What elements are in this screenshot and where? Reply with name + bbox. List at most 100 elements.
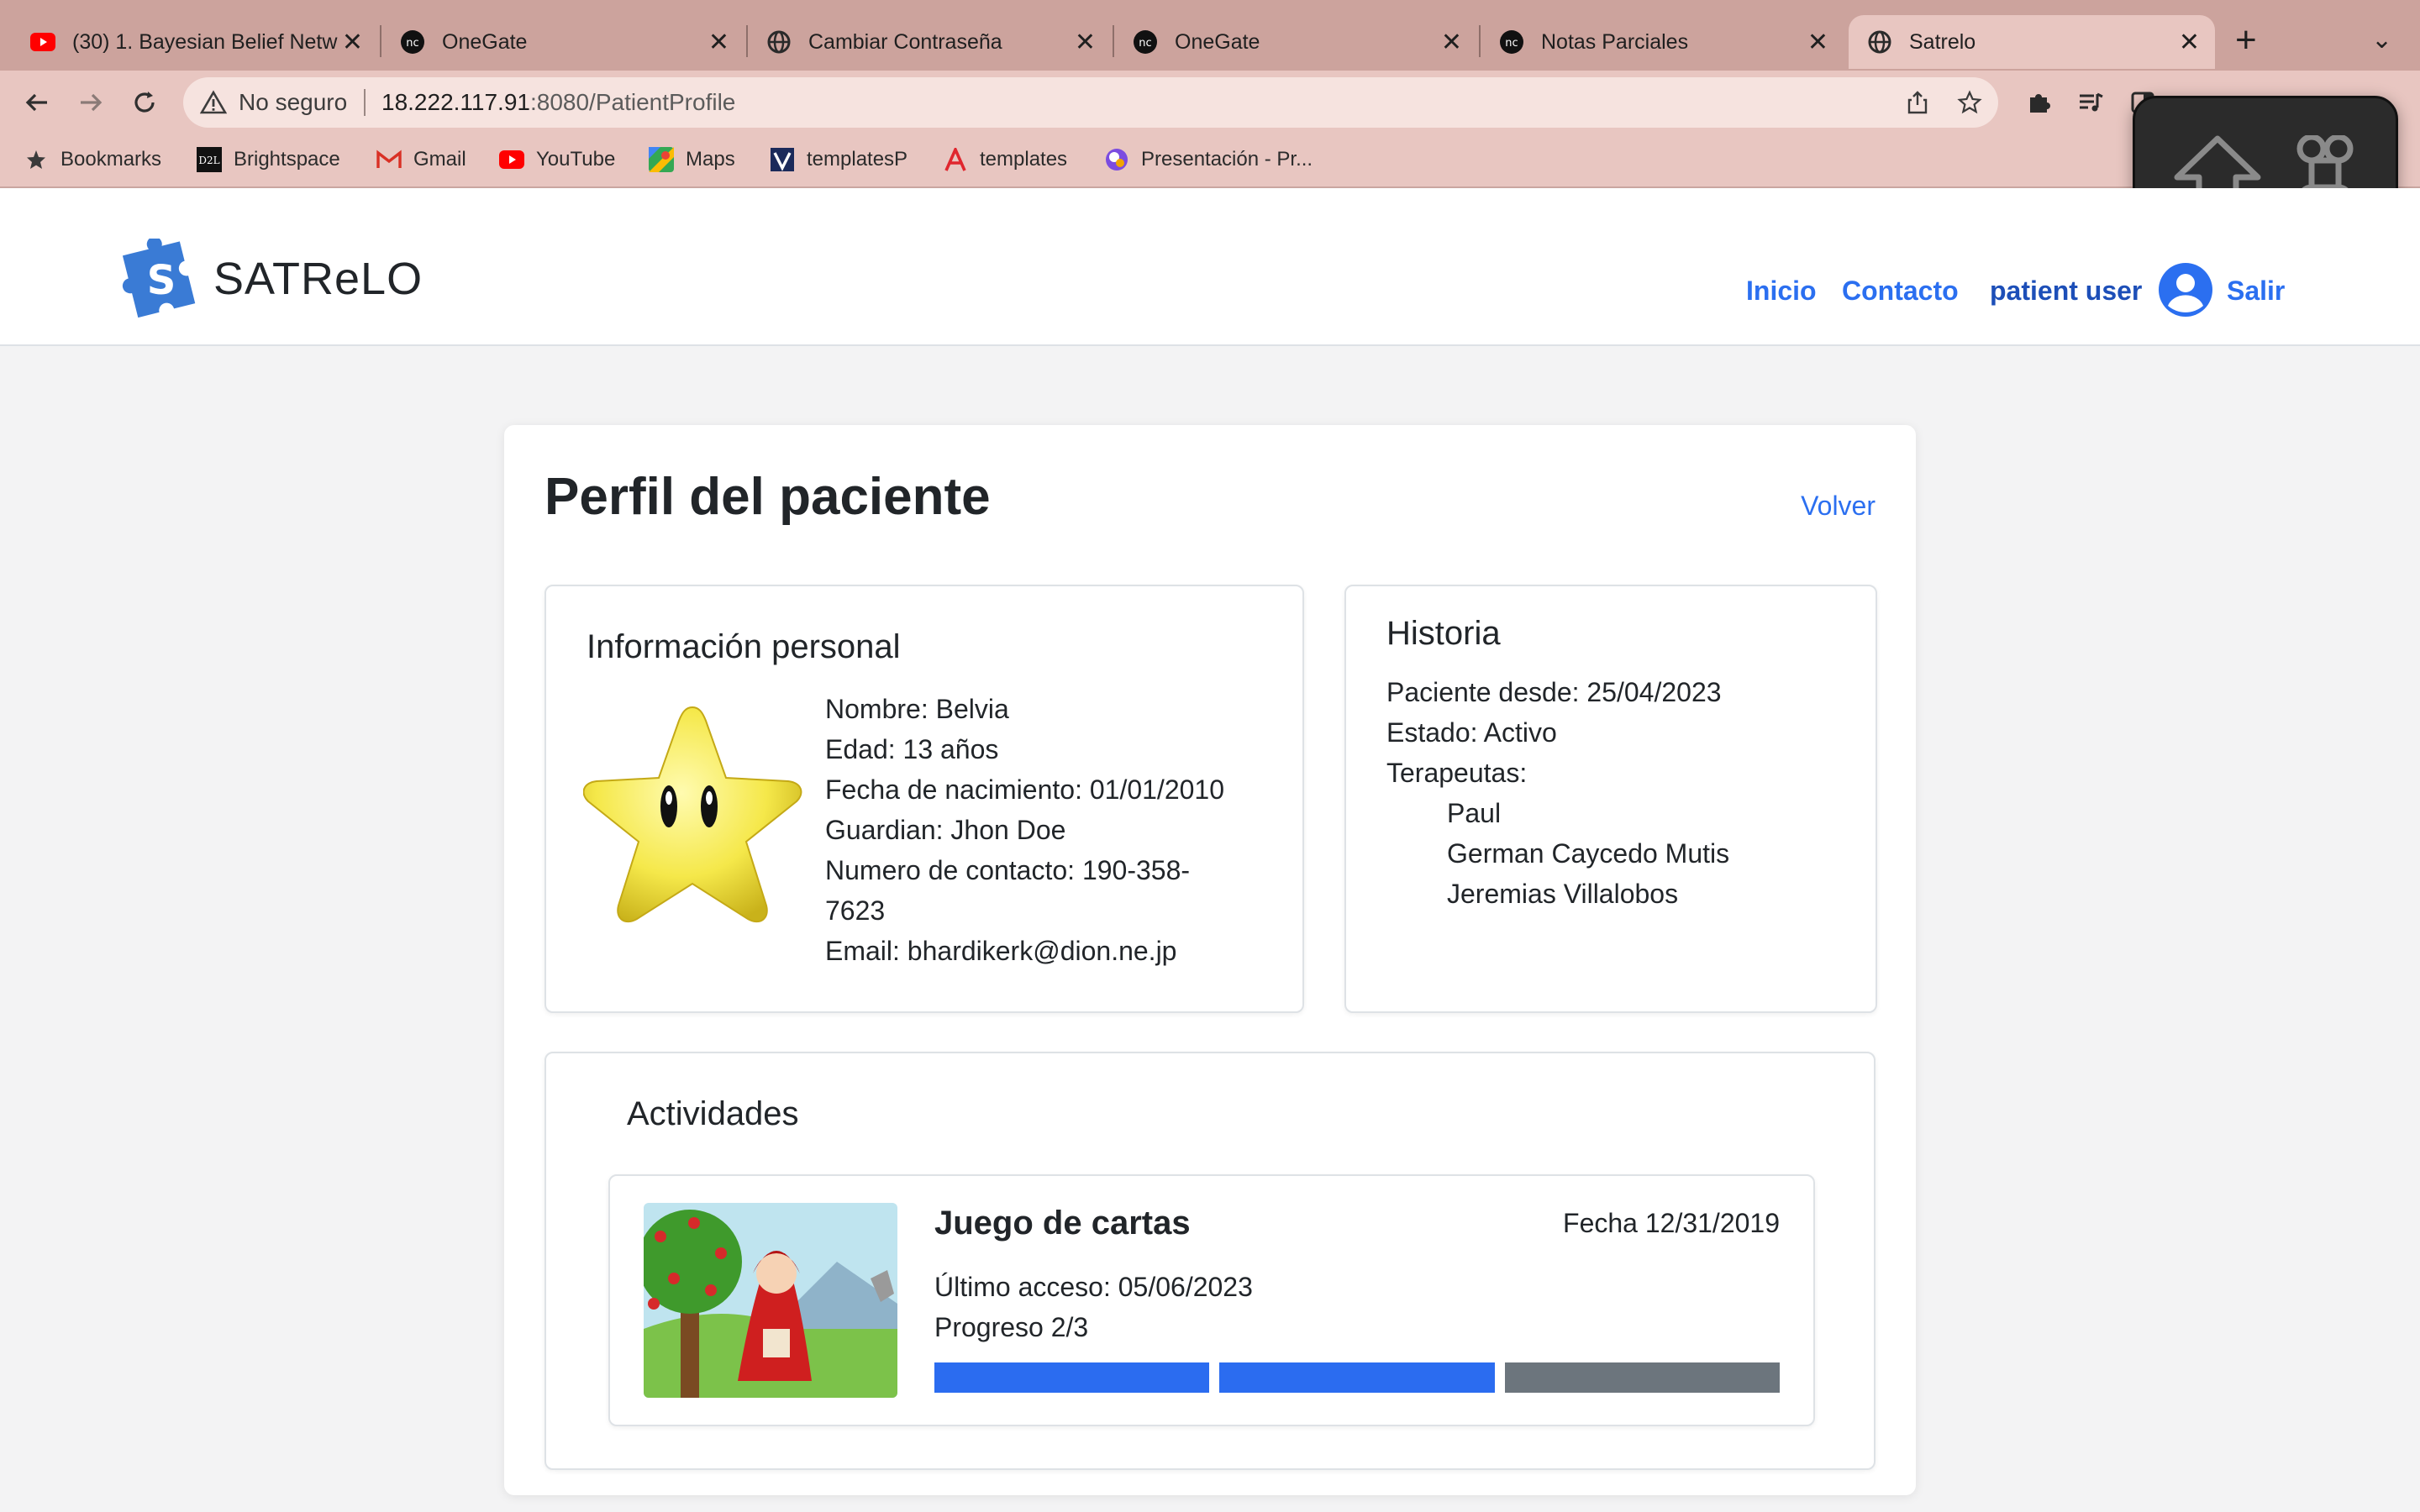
url-host: 18.222.117.91 (381, 89, 530, 115)
youtube-icon (30, 29, 55, 55)
close-tab-icon[interactable]: ✕ (1441, 28, 1462, 57)
url-text[interactable]: 18.222.117.91:8080/PatientProfile (381, 89, 735, 116)
user-avatar-icon[interactable] (2158, 262, 2213, 318)
templates-icon (770, 147, 795, 172)
bookmark-item[interactable]: templates (943, 144, 1067, 175)
bookmark-label: Brightspace (234, 148, 340, 171)
bookmarks-bar: Bookmarks D2L Brightspace Gmail YouTube … (0, 134, 2420, 188)
svg-text:nc: nc (1139, 37, 1151, 50)
personal-info-panel: Información personal Nombre: Belvia Edad… (544, 585, 1304, 1013)
nav-user-name[interactable]: patient user (1990, 276, 2142, 307)
presentation-icon (1104, 147, 1129, 172)
close-tab-icon[interactable]: ✕ (1075, 28, 1096, 57)
therapist-item: Paul (1447, 798, 1502, 828)
history-heading: Historia (1386, 615, 1501, 652)
activity-progress-label: Progreso 2/3 (934, 1312, 1089, 1342)
nav-contact-link[interactable]: Contacto (1842, 276, 1959, 307)
patient-contact-number: Numero de contacto: 190-358- (825, 855, 1191, 885)
close-tab-icon[interactable]: ✕ (708, 28, 729, 57)
history-panel: Historia Paciente desde: 25/04/2023 Esta… (1344, 585, 1877, 1013)
back-link[interactable]: Volver (1801, 491, 1876, 522)
bookmark-item[interactable]: D2L Brightspace (197, 144, 340, 175)
activities-panel: Actividades Juego de cartas Fecha 12/31/… (544, 1052, 1876, 1470)
bookmark-item[interactable]: Bookmarks (24, 144, 161, 175)
patient-name: Nombre: Belvia (825, 694, 1009, 724)
tab-title: Notas Parciales (1541, 29, 1689, 54)
globe-icon (766, 29, 792, 55)
puzzle-logo-icon: S (122, 239, 196, 318)
globe-icon (1867, 29, 1892, 55)
forward-arrow-icon[interactable] (72, 84, 109, 121)
onegate-icon: nc (1133, 29, 1158, 55)
progress-segment-pending (1504, 1362, 1780, 1393)
not-secure-label[interactable]: No seguro (239, 89, 347, 116)
browser-tab[interactable]: nc OneGate ✕ (381, 15, 744, 69)
gmail-icon (376, 147, 402, 172)
back-arrow-icon[interactable] (18, 84, 55, 121)
bookmark-label: YouTube (536, 148, 616, 171)
star-icon (24, 147, 49, 172)
youtube-icon (499, 147, 524, 172)
svg-text:S: S (147, 257, 176, 304)
bookmark-label: templates (980, 148, 1068, 171)
bookmark-item[interactable]: YouTube (499, 144, 615, 175)
onegate-icon: nc (400, 29, 425, 55)
onegate-icon: nc (1499, 29, 1524, 55)
therapist-item: German Caycedo Mutis (1447, 838, 1730, 869)
patient-age: Edad: 13 años (825, 734, 999, 764)
activity-title[interactable]: Juego de cartas (934, 1205, 1191, 1242)
patient-contact-number-cont: 7623 (825, 895, 886, 926)
url-path: :8080/PatientProfile (529, 89, 736, 115)
activity-last-access: Último acceso: 05/06/2023 (934, 1272, 1253, 1302)
personal-info-heading: Información personal (587, 628, 901, 665)
close-tab-icon[interactable]: ✕ (1807, 28, 1828, 57)
patient-avatar-star (583, 706, 802, 923)
brand-logo[interactable]: S SATReLO (121, 239, 423, 319)
reading-list-icon[interactable] (2074, 86, 2107, 119)
bookmark-item[interactable]: Maps (649, 144, 735, 175)
address-divider (364, 89, 366, 116)
bookmark-label: templatesP (807, 148, 908, 171)
browser-tab[interactable]: nc OneGate ✕ (1114, 15, 1477, 69)
patient-email: Email: bhardikerk@dion.ne.jp (825, 936, 1177, 966)
browser-tab-active[interactable]: Satrelo ✕ (1849, 15, 2215, 69)
therapists-label: Terapeutas: (1386, 758, 1528, 788)
patient-status: Estado: Activo (1386, 717, 1557, 748)
tab-title: Satrelo (1909, 29, 1976, 54)
browser-tab[interactable]: Cambiar Contraseña ✕ (748, 15, 1111, 69)
bookmark-item[interactable]: templatesP (770, 144, 908, 175)
activity-date: Fecha 12/31/2019 (1563, 1208, 1780, 1238)
extensions-puzzle-icon[interactable] (2022, 86, 2055, 119)
patient-guardian: Guardian: Jhon Doe (825, 815, 1066, 845)
nav-logout-link[interactable]: Salir (2227, 276, 2285, 307)
share-icon[interactable] (1901, 86, 1934, 119)
nav-home-link[interactable]: Inicio (1746, 276, 1817, 307)
therapist-item: Jeremias Villalobos (1447, 879, 1679, 909)
close-tab-icon[interactable]: ✕ (2179, 28, 2200, 57)
page-title: Perfil del paciente (544, 468, 991, 526)
activity-thumbnail (644, 1203, 897, 1398)
svg-text:nc: nc (1505, 37, 1518, 50)
browser-tab[interactable]: (30) 1. Bayesian Belief Netw ✕ (0, 15, 378, 69)
bookmark-star-icon[interactable] (1953, 86, 1986, 119)
browser-tab[interactable]: nc Notas Parciales ✕ (1481, 15, 1844, 69)
reload-icon[interactable] (126, 84, 163, 121)
brand-name: SATReLO (213, 254, 424, 304)
maps-icon (649, 147, 674, 172)
tab-title: Cambiar Contraseña (808, 29, 1002, 54)
bookmark-label: Bookmarks (60, 148, 162, 171)
tab-search-chevron-icon[interactable]: ⌄ (2371, 25, 2392, 55)
close-tab-icon[interactable]: ✕ (342, 28, 363, 57)
activity-card[interactable]: Juego de cartas Fecha 12/31/2019 Último … (608, 1174, 1815, 1426)
progress-segment-complete (1219, 1362, 1495, 1393)
patient-profile-card: Perfil del paciente Volver Información p… (504, 425, 1916, 1495)
new-tab-button[interactable]: + (2235, 22, 2257, 59)
bookmark-label: Maps (686, 148, 735, 171)
bookmark-item[interactable]: Presentación - Pr... (1104, 144, 1313, 175)
browser-tab-strip: (30) 1. Bayesian Belief Netw ✕ nc OneGat… (0, 0, 2420, 71)
address-bar[interactable]: No seguro 18.222.117.91:8080/PatientProf… (183, 77, 1998, 128)
tab-title: OneGate (1175, 29, 1260, 54)
tab-title: (30) 1. Bayesian Belief Netw (72, 29, 338, 54)
bookmark-label: Presentación - Pr... (1141, 148, 1313, 171)
bookmark-item[interactable]: Gmail (376, 144, 466, 175)
